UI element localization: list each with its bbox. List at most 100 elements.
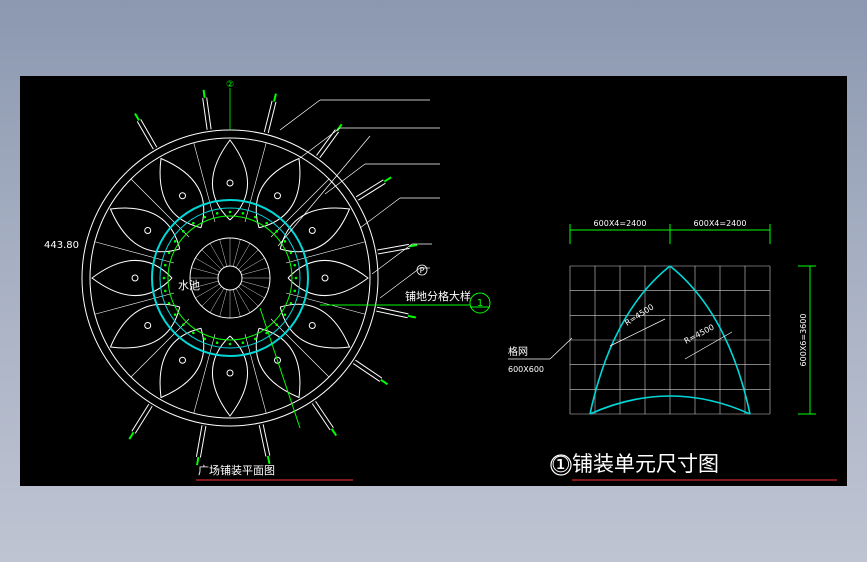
nozzle-mark xyxy=(182,230,185,233)
fountain-spoke xyxy=(240,283,265,299)
grid-size-label: 600X600 xyxy=(508,365,544,374)
side-axis-marker: P xyxy=(420,266,425,275)
petal-dot xyxy=(226,369,234,377)
petal-dot xyxy=(308,227,316,234)
detail-callout-text: 铺地分格大样 xyxy=(405,289,471,303)
lamp-post-inner xyxy=(132,404,152,434)
lamp-head xyxy=(330,428,338,437)
nozzle-mark xyxy=(162,276,166,280)
nozzle-mark xyxy=(253,337,257,341)
nozzle-mark xyxy=(289,251,293,255)
nozzle-mark xyxy=(228,210,232,214)
fountain-spoke xyxy=(191,267,219,276)
petal-dot xyxy=(308,322,316,329)
fountain-spoke xyxy=(241,267,269,276)
detail-title-number: ① xyxy=(551,453,571,478)
leader-line xyxy=(279,99,321,131)
nozzle-mark xyxy=(163,289,167,293)
petal-dot xyxy=(179,356,186,364)
fountain-spoke xyxy=(232,289,241,317)
plan-title: 广场铺装平面图 xyxy=(198,463,275,477)
center-pool-label: 水池 xyxy=(178,279,200,292)
petal-dot xyxy=(179,192,186,200)
lamp-post-inner xyxy=(353,360,382,382)
lamp-head xyxy=(202,89,206,98)
nozzle-mark xyxy=(283,313,287,316)
nozzle-mark xyxy=(293,263,297,267)
nozzle-mark xyxy=(265,221,268,225)
outer-ring xyxy=(81,129,379,427)
nozzle-mark xyxy=(203,337,207,341)
petal-dot xyxy=(144,227,152,234)
nozzle-mark xyxy=(241,341,245,345)
petal-dot xyxy=(131,274,139,282)
nozzle-mark xyxy=(293,289,297,293)
nozzle-mark xyxy=(215,341,219,345)
fountain-spoke xyxy=(238,286,259,307)
lamp-head xyxy=(128,431,135,440)
dim-top-left: 600X4=2400 xyxy=(594,219,647,228)
grid-label: 格网 xyxy=(508,345,528,358)
lamp-post-inner xyxy=(264,101,276,133)
fountain-spoke xyxy=(201,249,222,270)
lamp-head xyxy=(407,314,417,319)
nozzle-mark xyxy=(215,211,219,215)
leader-line xyxy=(359,197,401,229)
fountain-spoke xyxy=(209,288,225,313)
lamp-head xyxy=(266,455,271,465)
fountain-spoke xyxy=(240,257,265,273)
nozzle-mark xyxy=(275,230,278,233)
nozzle-mark xyxy=(283,240,287,243)
dimension-label-left: 443.80 xyxy=(44,240,79,251)
nozzle-mark xyxy=(163,263,167,267)
lamp-post-inner xyxy=(137,119,157,149)
nozzle-mark xyxy=(253,215,257,219)
petal-dot xyxy=(226,179,234,187)
nozzle-mark xyxy=(294,276,298,280)
nozzle-mark xyxy=(167,251,171,255)
fountain-spoke xyxy=(235,288,251,313)
radius-label-right: R=4500 xyxy=(683,323,716,346)
nozzle-mark xyxy=(289,301,293,305)
detail-callout-number: 1 xyxy=(477,298,483,309)
petal-dot xyxy=(321,274,329,282)
fountain-spoke xyxy=(232,239,241,267)
petal-dot xyxy=(274,192,281,200)
fountain-core xyxy=(217,265,243,291)
nozzle-mark xyxy=(167,301,171,305)
lamp-post-inner xyxy=(356,180,386,200)
nozzle-mark xyxy=(203,215,207,219)
lamp-head xyxy=(380,378,389,386)
nozzle-mark xyxy=(182,323,185,326)
lamp-post-inner xyxy=(312,401,334,430)
nozzle-mark xyxy=(241,211,245,215)
nozzle-mark xyxy=(192,221,195,225)
nozzle-mark xyxy=(228,342,232,346)
fountain-spoke xyxy=(219,239,228,267)
nozzle-mark xyxy=(173,313,177,316)
nozzle-mark xyxy=(275,323,278,326)
lamp-head xyxy=(273,93,277,102)
fountain-spoke xyxy=(219,289,228,317)
fountain-spoke xyxy=(238,249,259,270)
fountain-spoke xyxy=(241,280,269,289)
detail-title: 铺装单元尺寸图 xyxy=(572,452,719,476)
plaza-paving-plan xyxy=(81,88,491,481)
nozzle-mark xyxy=(192,331,195,335)
fountain-spoke xyxy=(235,243,251,268)
section-line xyxy=(259,307,301,429)
top-axis-marker: ② xyxy=(226,80,234,90)
cad-drawing: 水池 443.80 铺地分格大样 1 ② P 广场铺装平面图 600X4=240… xyxy=(44,80,837,481)
lamp-post-inner xyxy=(316,129,339,158)
cad-drawing-canvas: 水池 443.80 铺地分格大样 1 ② P 广场铺装平面图 600X4=240… xyxy=(20,76,847,486)
grid-label-leader xyxy=(549,337,573,360)
petal-dot xyxy=(144,322,152,329)
dim-top-right: 600X4=2400 xyxy=(694,219,747,228)
fountain-spoke xyxy=(201,286,222,307)
leader-line xyxy=(324,163,366,195)
dim-right: 600X6=3600 xyxy=(799,314,808,367)
pool-outer-ring xyxy=(151,199,309,357)
fountain-spoke xyxy=(209,243,225,268)
lamp-head xyxy=(383,176,392,183)
fountain-spoke xyxy=(195,257,220,273)
